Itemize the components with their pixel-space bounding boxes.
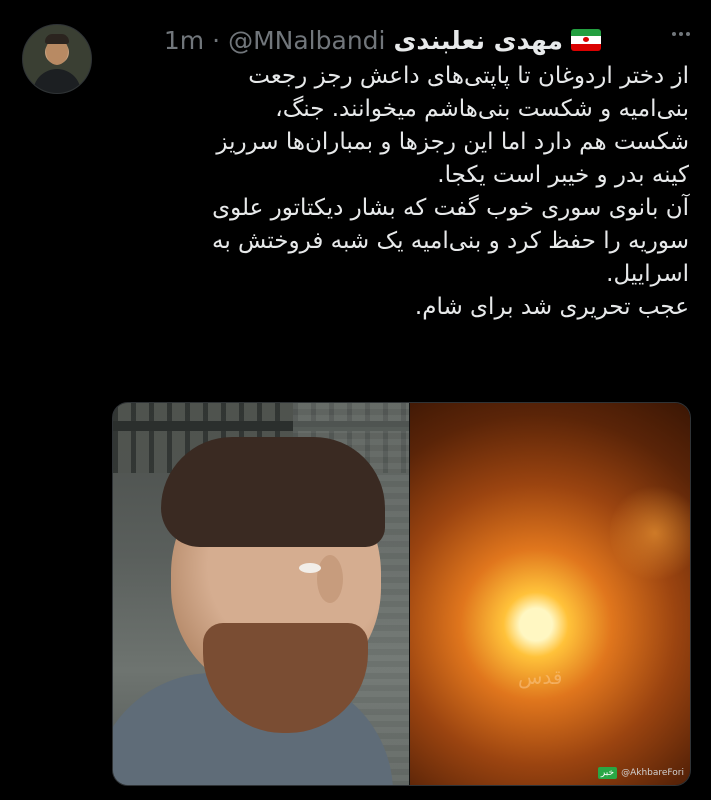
video-credit: خبر @AkhbareFori bbox=[597, 767, 684, 779]
tweet-text-line: شکست هم دارد اما این رجزها و بمباران‌ها … bbox=[216, 129, 689, 155]
tweet-text-line: آن بانوی سوری خوب گفت که بشار دیکتاتور ع… bbox=[212, 195, 689, 221]
tweet-timestamp[interactable]: 1m bbox=[164, 26, 204, 55]
tweet: مهدی نعلبندی @MNalbandi · 1m از دختر ارد… bbox=[0, 0, 711, 800]
tweet-media-video[interactable]: قدس خبر @AkhbareFori bbox=[112, 402, 691, 786]
header-separator: · bbox=[212, 25, 221, 55]
tweet-text-line: بنی‌امیه و شکست بنی‌هاشم میخوانند. جنگ، bbox=[275, 96, 689, 122]
author-handle[interactable]: @MNalbandi bbox=[228, 26, 385, 55]
author-avatar[interactable] bbox=[22, 24, 92, 94]
tweet-text-line: اسراییل. bbox=[606, 261, 689, 287]
person-hair bbox=[161, 437, 385, 547]
avatar-hair bbox=[45, 34, 69, 44]
tweet-text-line: سوریه را حفظ کرد و بنی‌امیه یک شبه فروخت… bbox=[212, 228, 689, 254]
tweet-text-line: کینه بدر و خیبر است یکجا. bbox=[437, 162, 689, 188]
author-name[interactable]: مهدی نعلبندی bbox=[393, 26, 563, 55]
credit-logo: خبر bbox=[597, 767, 618, 779]
video-watermark: قدس bbox=[518, 665, 563, 689]
video-frame-explosion bbox=[410, 403, 690, 785]
fire-glow bbox=[610, 483, 690, 583]
more-options-icon[interactable] bbox=[668, 24, 694, 44]
tweet-text-line: از دختر اردوغان تا پاپتی‌های داعش رجز رج… bbox=[248, 63, 689, 89]
tweet-text-line: عجب تحریری شد برای شام. bbox=[414, 294, 689, 320]
iran-flag-icon bbox=[571, 29, 601, 51]
person-ear bbox=[317, 555, 343, 603]
credit-handle: @AkhbareFori bbox=[621, 768, 684, 778]
person-eye bbox=[299, 563, 321, 573]
tweet-header: مهدی نعلبندی @MNalbandi · 1m bbox=[164, 22, 601, 58]
avatar-suit bbox=[33, 69, 81, 93]
tweet-text: از دختر اردوغان تا پاپتی‌های داعش رجز رج… bbox=[119, 60, 689, 324]
video-frame-man bbox=[113, 403, 409, 785]
